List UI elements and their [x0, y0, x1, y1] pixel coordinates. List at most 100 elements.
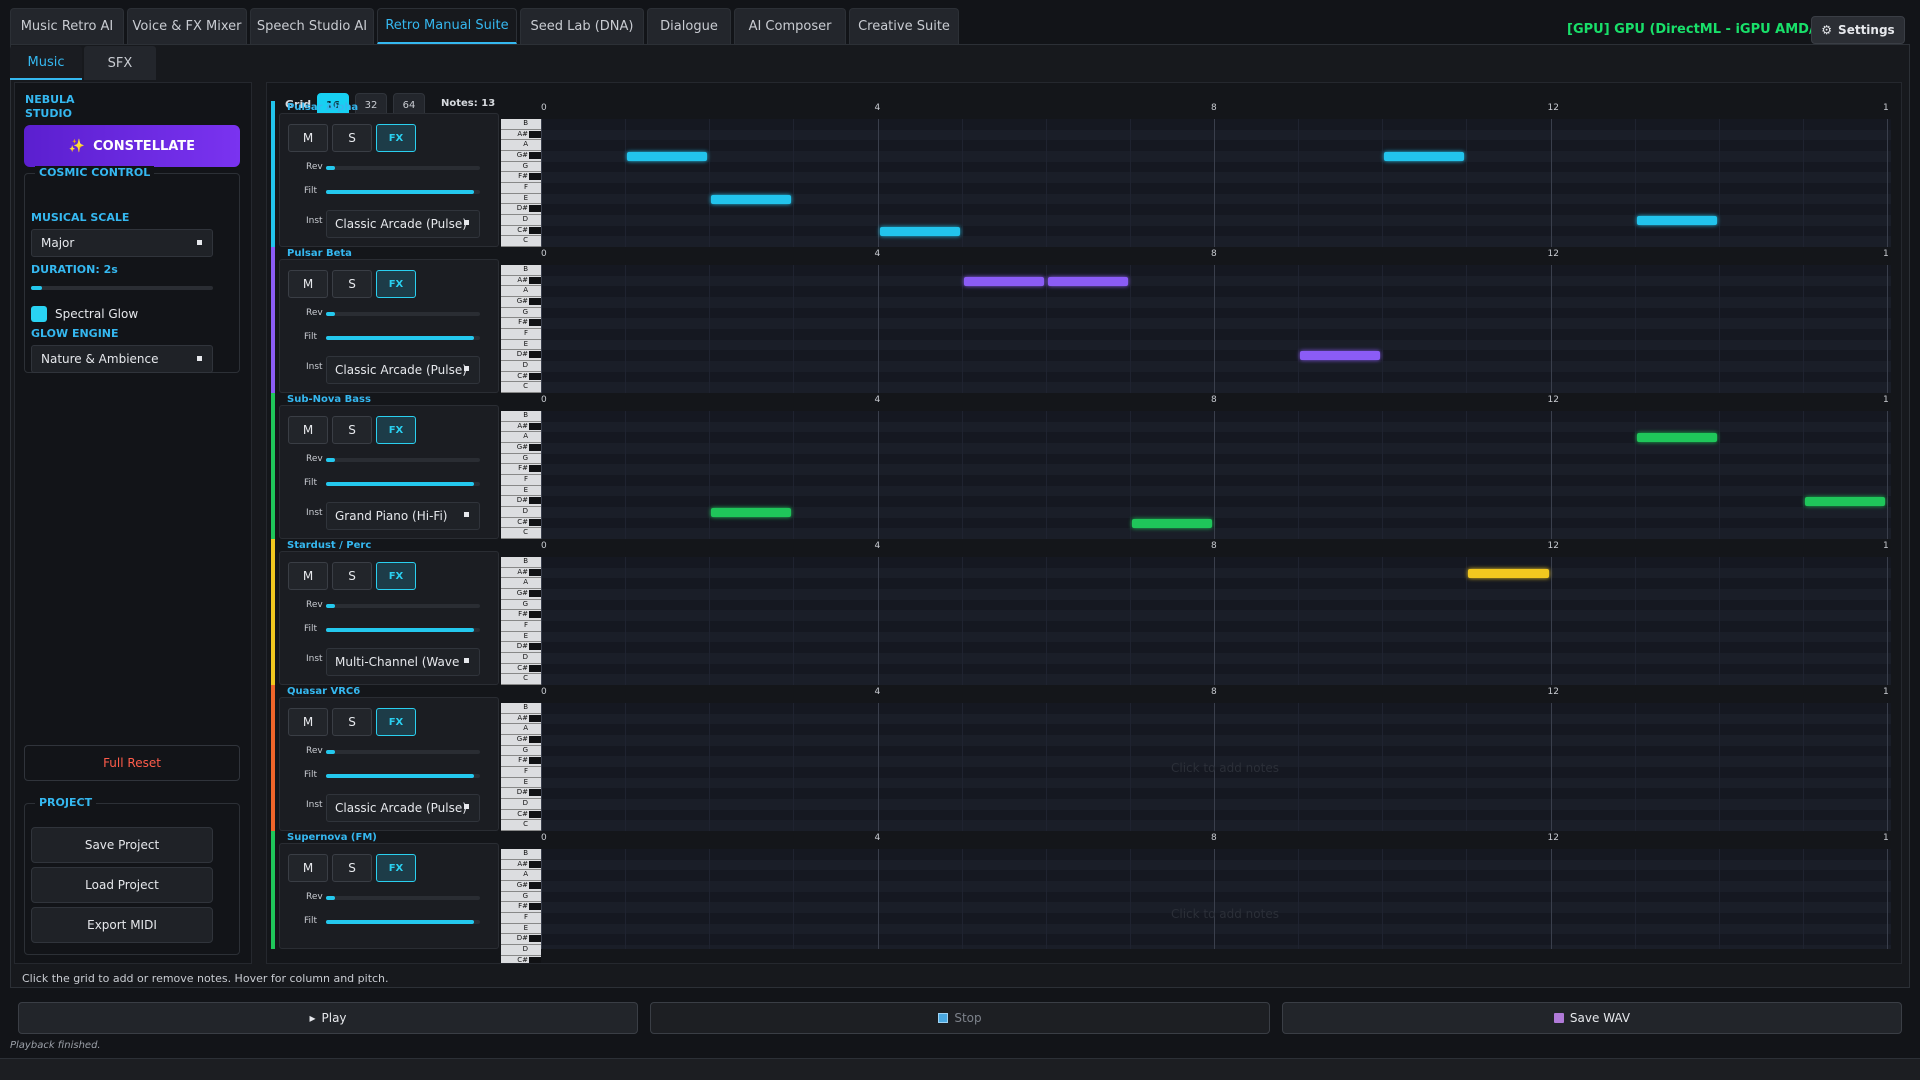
save-wav-button[interactable]: Save WAV [1282, 1002, 1902, 1034]
piano-key: G# [501, 881, 541, 892]
note[interactable] [1636, 215, 1717, 225]
save-project-button[interactable]: Save Project [31, 827, 213, 863]
tab-creative-suite[interactable]: Creative Suite [849, 8, 959, 44]
note[interactable] [627, 151, 708, 161]
note[interactable] [1804, 497, 1885, 507]
tab-retro-manual-suite[interactable]: Retro Manual Suite [377, 8, 517, 44]
mute-button[interactable]: M [288, 270, 328, 298]
reverb-slider[interactable] [326, 750, 480, 754]
piano-key: A# [501, 713, 541, 725]
grid-column-line [1550, 557, 1552, 685]
instrument-select[interactable]: Classic Arcade (Pulse) [326, 356, 480, 384]
fx-button[interactable]: FX [376, 562, 416, 590]
solo-button[interactable]: S [332, 416, 372, 444]
piano-keys: BA#AG#GF#FED#DC#C [501, 849, 541, 963]
mute-button[interactable]: M [288, 708, 328, 736]
load-project-button[interactable]: Load Project [31, 867, 213, 903]
mute-button[interactable]: M [288, 562, 328, 590]
solo-button[interactable]: S [332, 854, 372, 882]
solo-button[interactable]: S [332, 708, 372, 736]
note-grid[interactable]: Click to add notes [541, 849, 1891, 949]
full-reset-button[interactable]: Full Reset [24, 745, 240, 781]
reverb-slider[interactable] [326, 896, 480, 900]
solo-button[interactable]: S [332, 562, 372, 590]
fx-button[interactable]: FX [376, 854, 416, 882]
tab-voice-fx-mixer[interactable]: Voice & FX Mixer [127, 8, 247, 44]
instrument-select[interactable]: Classic Arcade (Pulse) [326, 794, 480, 822]
grid-row [541, 799, 1891, 810]
note-grid[interactable] [541, 411, 1891, 539]
grid-column-line [877, 849, 879, 949]
solo-button[interactable]: S [332, 124, 372, 152]
fx-button[interactable]: FX [376, 416, 416, 444]
piano-key: C [501, 820, 541, 831]
filter-label: Filt [304, 770, 318, 780]
note-grid[interactable] [541, 119, 1891, 247]
note-grid[interactable]: Click to add notes [541, 703, 1891, 831]
grid-column-line [1802, 703, 1804, 831]
reverb-slider[interactable] [326, 166, 480, 170]
instrument-select[interactable]: Classic Arcade (Pulse) [326, 210, 480, 238]
note[interactable] [1636, 433, 1717, 443]
fx-button[interactable]: FX [376, 270, 416, 298]
filter-slider[interactable] [326, 920, 480, 924]
note[interactable] [1047, 276, 1128, 286]
musical-scale-select[interactable]: Major [31, 229, 213, 257]
filter-slider-fill [326, 336, 474, 340]
filter-slider[interactable] [326, 774, 480, 778]
tab-ai-composer[interactable]: AI Composer [734, 8, 846, 44]
spectral-glow-checkbox[interactable] [31, 306, 47, 322]
note[interactable] [711, 194, 792, 204]
filter-slider[interactable] [326, 336, 480, 340]
filter-slider[interactable] [326, 628, 480, 632]
settings-button[interactable]: ⚙ Settings [1811, 16, 1905, 44]
note[interactable] [1300, 351, 1381, 361]
glow-engine-select[interactable]: Nature & Ambience [31, 345, 213, 373]
solo-button[interactable]: S [332, 270, 372, 298]
fx-button[interactable]: FX [376, 708, 416, 736]
constellate-button[interactable]: ✨ CONSTELLATE [24, 125, 240, 167]
duration-slider[interactable] [31, 286, 213, 290]
piano-key: D [501, 215, 541, 226]
stop-button[interactable]: Stop [650, 1002, 1270, 1034]
grid-column-line [1466, 411, 1468, 539]
reverb-slider[interactable] [326, 312, 480, 316]
grid-column-line [709, 703, 711, 831]
ruler-label: 4 [874, 395, 881, 405]
grid-row [541, 735, 1891, 746]
grid-column-line [1298, 411, 1300, 539]
note[interactable] [879, 226, 960, 236]
note[interactable] [711, 507, 792, 517]
tab-seed-lab-dna[interactable]: Seed Lab (DNA) [520, 8, 644, 44]
grid-column-line [709, 849, 711, 949]
grid-column-line [877, 265, 879, 393]
note[interactable] [1384, 151, 1465, 161]
play-button[interactable]: ▸ Play [18, 1002, 638, 1034]
tab-music-retro-ai[interactable]: Music Retro AI [10, 8, 124, 44]
tab-speech-studio-ai[interactable]: Speech Studio AI [250, 8, 374, 44]
mute-button[interactable]: M [288, 124, 328, 152]
piano-key: F# [501, 756, 541, 767]
reverb-slider[interactable] [326, 458, 480, 462]
subtab-sfx[interactable]: SFX [84, 46, 156, 80]
mute-button[interactable]: M [288, 854, 328, 882]
reverb-slider[interactable] [326, 604, 480, 608]
grid-column-line [1634, 119, 1636, 247]
grid-column-line [1466, 557, 1468, 685]
dropdown-icon [464, 220, 469, 225]
instrument-select[interactable]: Grand Piano (Hi-Fi) [326, 502, 480, 530]
note[interactable] [1468, 568, 1549, 578]
filter-slider[interactable] [326, 482, 480, 486]
export-midi-button[interactable]: Export MIDI [31, 907, 213, 943]
note[interactable] [963, 276, 1044, 286]
tab-dialogue[interactable]: Dialogue [647, 8, 731, 44]
note[interactable] [1131, 518, 1212, 528]
mute-button[interactable]: M [288, 416, 328, 444]
note-grid[interactable] [541, 265, 1891, 393]
note-grid[interactable] [541, 557, 1891, 685]
fx-button[interactable]: FX [376, 124, 416, 152]
filter-slider[interactable] [326, 190, 480, 194]
dropdown-icon [464, 512, 469, 517]
subtab-music[interactable]: Music [10, 46, 82, 80]
instrument-select[interactable]: Multi-Channel (Wave [326, 648, 480, 676]
